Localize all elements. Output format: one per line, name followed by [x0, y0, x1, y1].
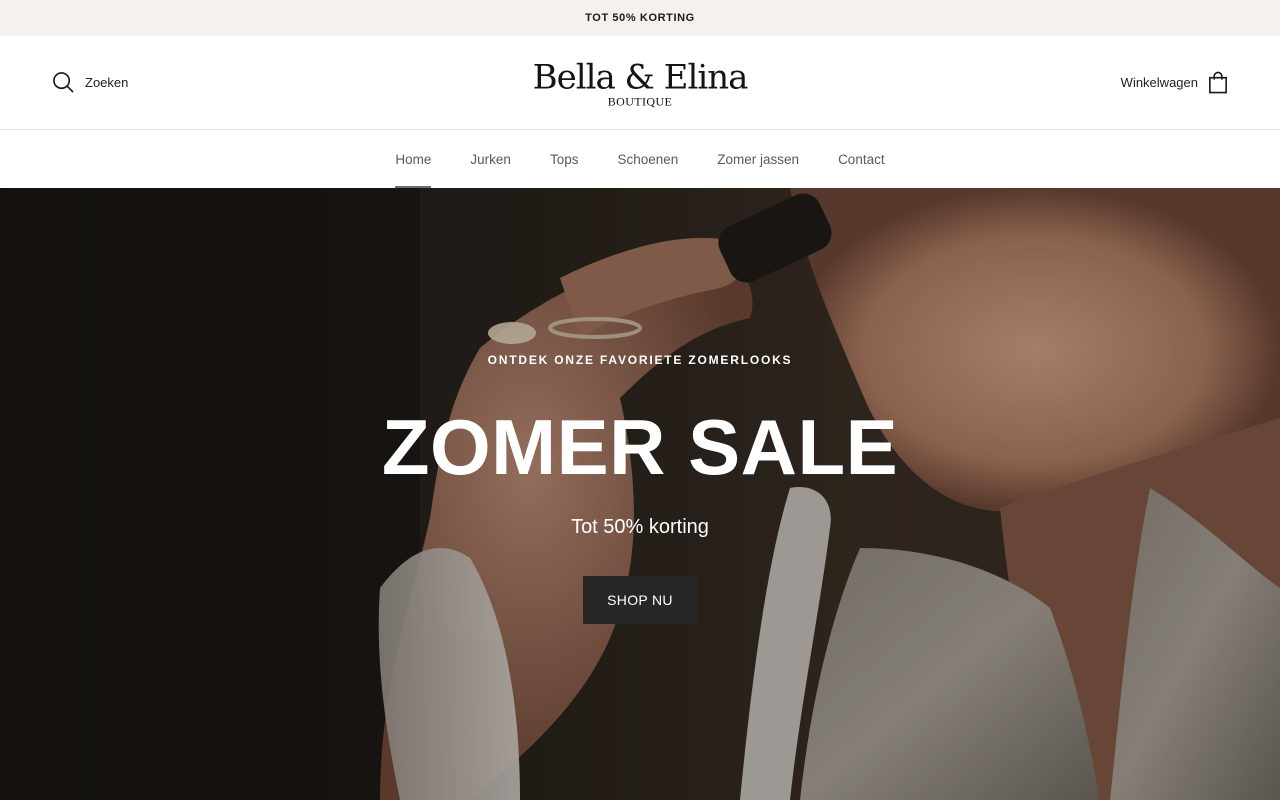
- cart-label[interactable]: Winkelwagen: [1121, 75, 1198, 90]
- shop-now-button[interactable]: SHOP NU: [583, 576, 697, 624]
- nav-item-jurken[interactable]: Jurken: [470, 130, 511, 188]
- hero-banner: ONTDEK ONZE FAVORIETE ZOMERLOOKS ZOMER S…: [0, 188, 1280, 800]
- announcement-text: TOT 50% KORTING: [585, 12, 695, 24]
- hero-subtitle: Tot 50% korting: [571, 516, 709, 538]
- announcement-bar: TOT 50% KORTING: [0, 0, 1280, 36]
- cart-button[interactable]: Winkelwagen: [1121, 71, 1228, 94]
- search-button[interactable]: Zoeken: [52, 71, 128, 94]
- site-header: Zoeken Bella & Elina BOUTIQUE Winkelwage…: [0, 36, 1280, 130]
- logo-name[interactable]: Bella & Elina: [533, 60, 749, 94]
- shopping-bag-icon[interactable]: [1208, 71, 1228, 94]
- nav-item-zomer-jassen[interactable]: Zomer jassen: [717, 130, 799, 188]
- search-label[interactable]: Zoeken: [85, 75, 128, 90]
- hero-kicker: ONTDEK ONZE FAVORIETE ZOMERLOOKS: [487, 353, 793, 367]
- main-nav: Home Jurken Tops Schoenen Zomer jassen C…: [0, 130, 1280, 188]
- hero-overlay: [0, 188, 1280, 800]
- nav-item-home[interactable]: Home: [395, 130, 432, 188]
- nav-item-tops[interactable]: Tops: [550, 130, 579, 188]
- search-icon[interactable]: [52, 71, 75, 94]
- nav-item-schoenen[interactable]: Schoenen: [617, 130, 678, 188]
- nav-item-contact[interactable]: Contact: [838, 130, 885, 188]
- hero-title: ZOMER SALE: [381, 403, 899, 491]
- logo[interactable]: Bella & Elina BOUTIQUE: [533, 60, 749, 109]
